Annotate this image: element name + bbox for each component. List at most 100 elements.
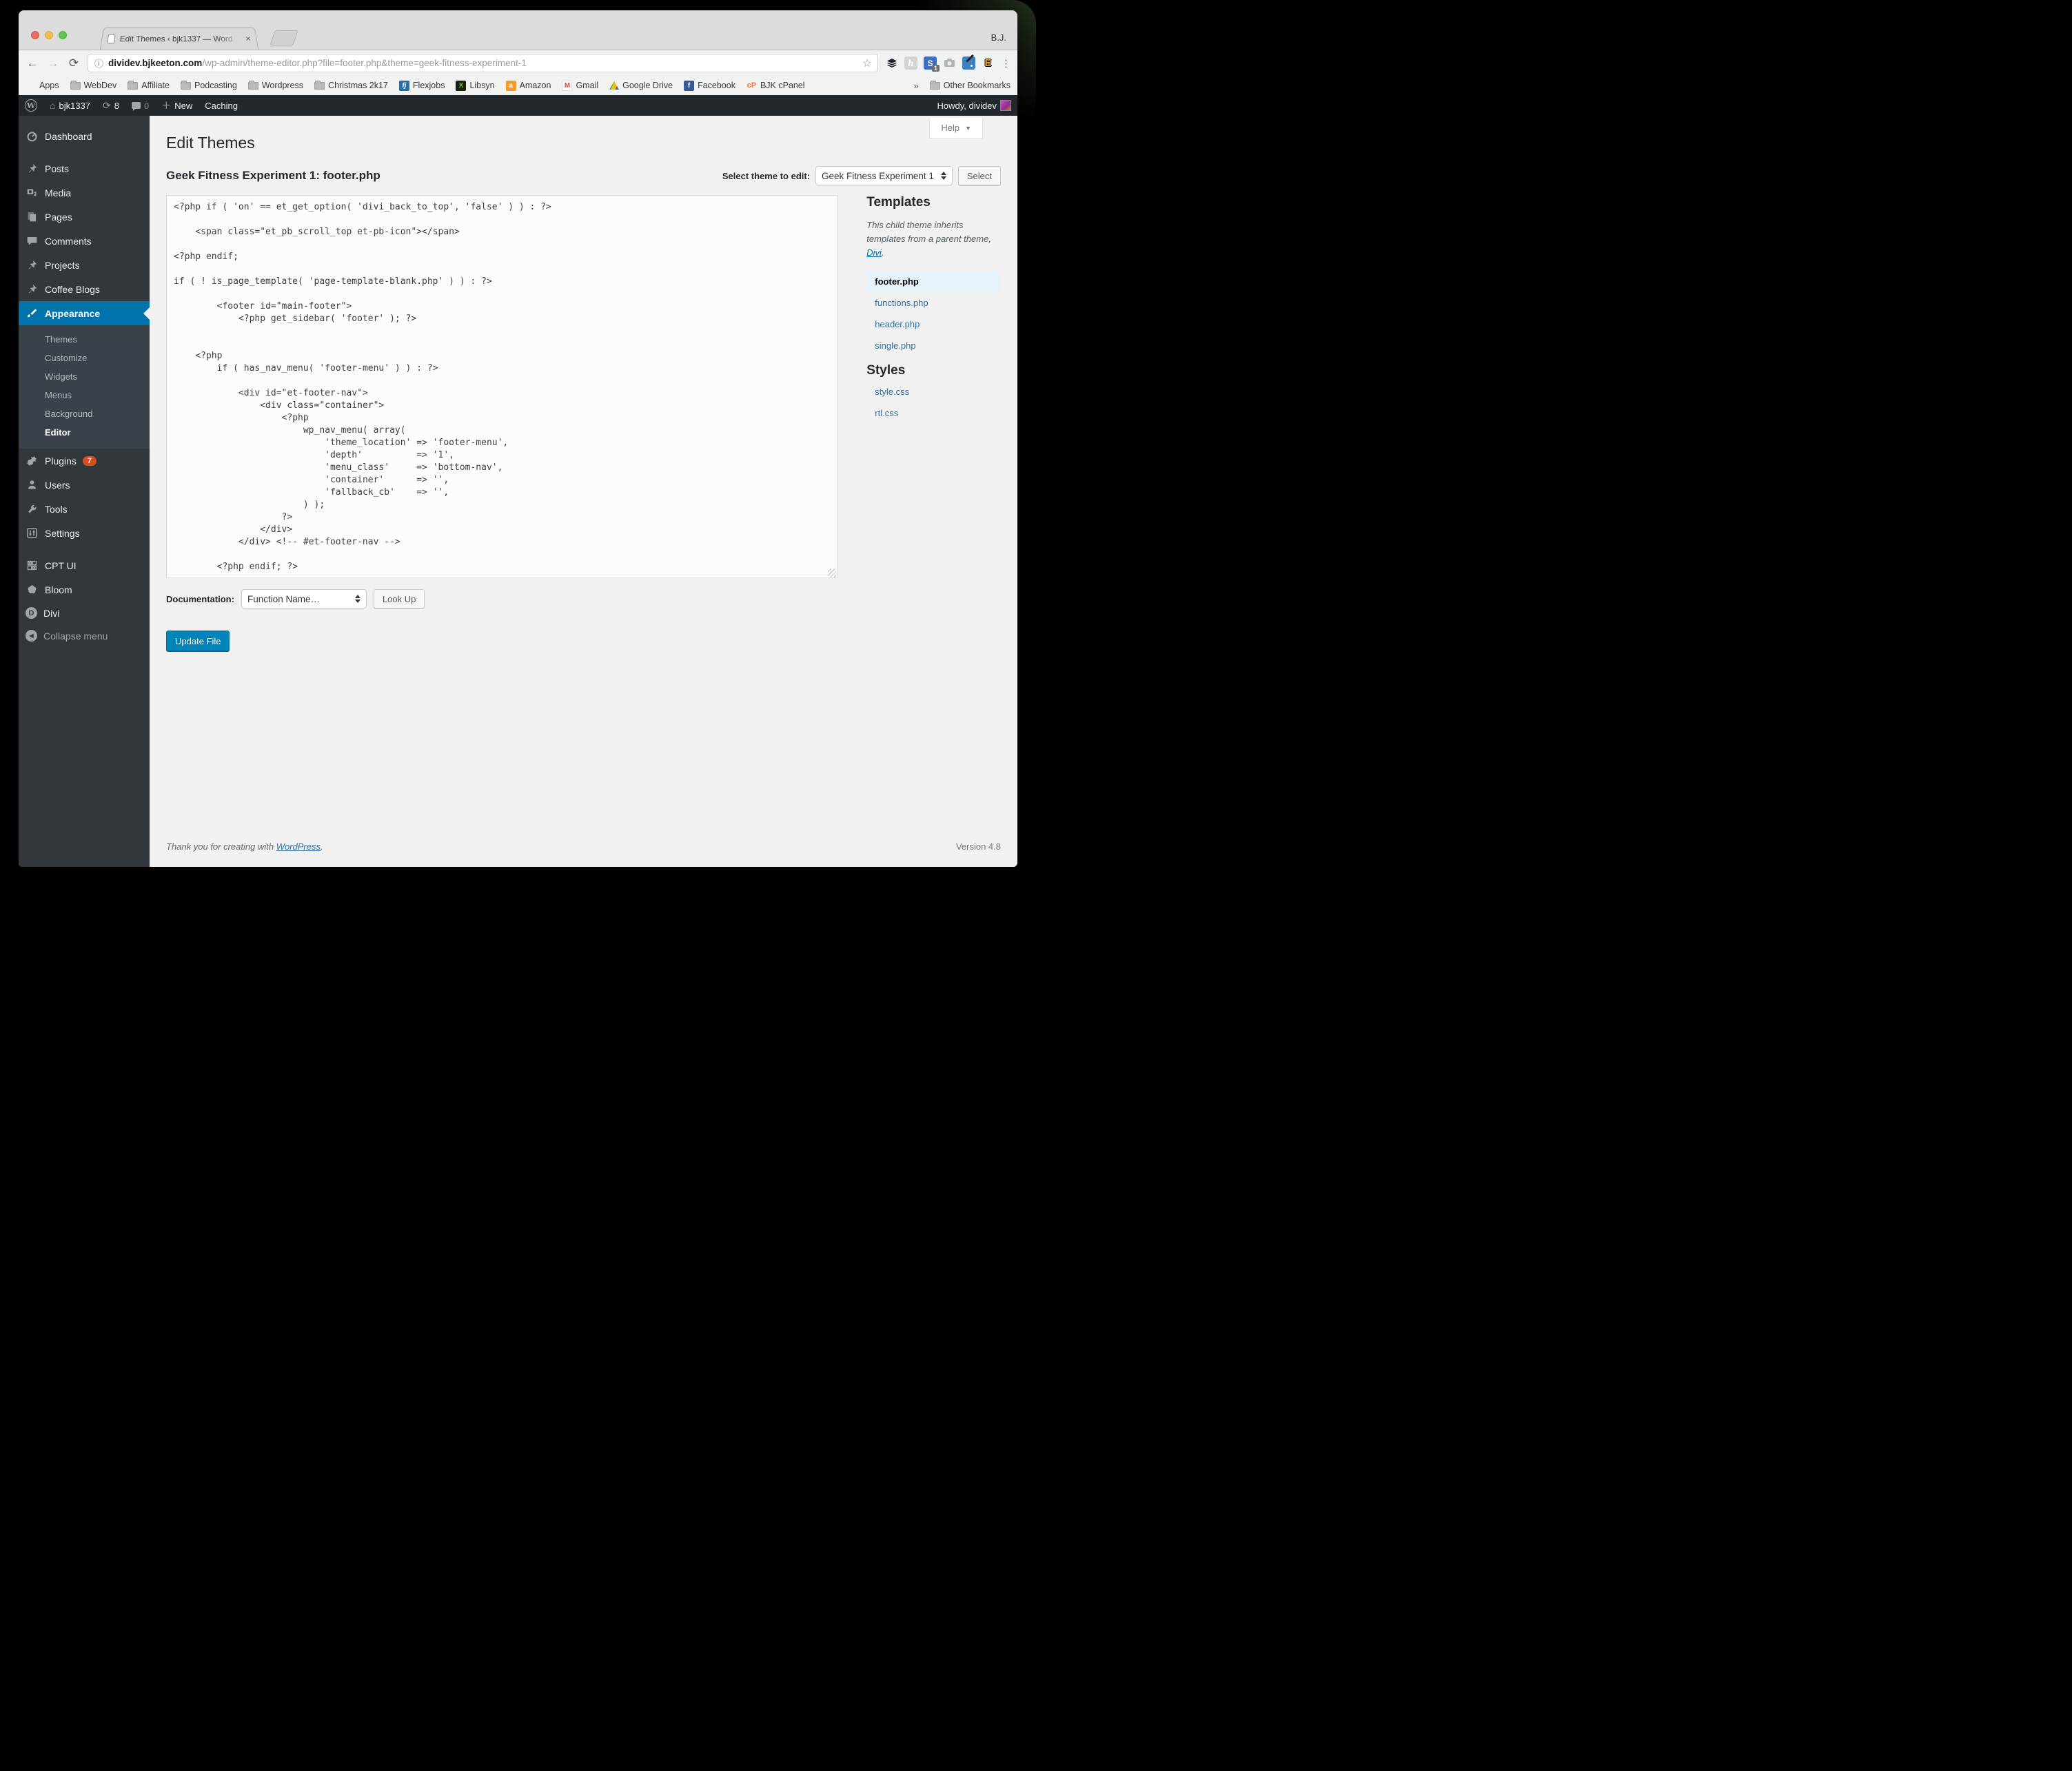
bookmark-star-icon[interactable]: ☆ bbox=[858, 55, 876, 71]
close-window-button[interactable] bbox=[31, 31, 39, 39]
update-file-button[interactable]: Update File bbox=[166, 631, 230, 651]
bookmark-libsyn[interactable]: XLibsyn bbox=[456, 81, 494, 91]
version-text: Version 4.8 bbox=[956, 841, 1001, 852]
help-button[interactable]: Help▼ bbox=[929, 118, 983, 139]
tab-close-icon[interactable]: × bbox=[245, 34, 251, 43]
site-name-menu[interactable]: ⌂bjk1337 bbox=[43, 95, 97, 116]
template-file-header[interactable]: header.php bbox=[866, 314, 1001, 335]
evernote-extension-icon[interactable]: E bbox=[982, 57, 995, 70]
zoom-window-button[interactable] bbox=[59, 31, 67, 39]
my-account-menu[interactable]: Howdy, dividev bbox=[931, 95, 1017, 116]
sidebar-item-pages[interactable]: Pages bbox=[19, 205, 150, 229]
parent-theme-link[interactable]: Divi bbox=[866, 247, 882, 258]
submenu-item-customize[interactable]: Customize bbox=[19, 349, 150, 367]
template-file-functions[interactable]: functions.php bbox=[866, 292, 1001, 314]
sidebar-item-appearance[interactable]: Appearance bbox=[19, 301, 150, 325]
browser-tab[interactable]: Edit Themes ‹ bjk1337 — Word × bbox=[100, 27, 258, 50]
buffer-extension-icon[interactable] bbox=[885, 57, 898, 70]
sidebar-item-cpt-ui[interactable]: CPT UI bbox=[19, 553, 150, 577]
url-text[interactable]: dividev.bjkeeton.com/wp-admin/theme-edit… bbox=[108, 58, 853, 68]
amazon-favicon: a bbox=[506, 81, 516, 91]
style-file-link[interactable]: rtl.css bbox=[875, 408, 898, 418]
bookmarks-overflow-chevron[interactable]: » bbox=[914, 81, 919, 91]
submenu-item-editor[interactable]: Editor bbox=[19, 423, 150, 442]
folder-icon bbox=[128, 82, 138, 90]
address-bar[interactable]: ⓘ dividev.bjkeeton.com/wp-admin/theme-ed… bbox=[88, 54, 878, 72]
folder-icon bbox=[70, 82, 81, 90]
bookmark-wordpress[interactable]: Wordpress bbox=[248, 81, 303, 90]
style-file-link[interactable]: style.css bbox=[875, 387, 909, 397]
bookmark-apps[interactable]: Apps bbox=[26, 81, 59, 91]
bookmark-bjk-cpanel[interactable]: cPBJK cPanel bbox=[746, 81, 805, 91]
documentation-label: Documentation: bbox=[166, 594, 234, 604]
minimize-window-button[interactable] bbox=[45, 31, 53, 39]
select-theme-button[interactable]: Select bbox=[958, 166, 1001, 185]
sidebar-item-dashboard[interactable]: Dashboard bbox=[19, 124, 150, 148]
bookmark-christmas[interactable]: Christmas 2k17 bbox=[314, 81, 388, 90]
updates-icon: ⟳ bbox=[103, 100, 111, 112]
sidebar-item-media[interactable]: Media bbox=[19, 181, 150, 205]
comments-menu[interactable]: 0 bbox=[125, 95, 155, 116]
bookmark-label: WebDev bbox=[84, 81, 117, 90]
back-icon[interactable]: ← bbox=[26, 57, 39, 70]
code-editor-textarea[interactable]: <?php if ( 'on' == et_get_option( 'divi_… bbox=[166, 195, 837, 578]
sidebar-item-tools[interactable]: Tools bbox=[19, 497, 150, 521]
resize-grip[interactable] bbox=[828, 569, 836, 577]
sidebar-item-comments[interactable]: Comments bbox=[19, 229, 150, 253]
new-content-menu[interactable]: ＋New bbox=[155, 95, 199, 116]
eyedropper-extension-icon[interactable] bbox=[962, 57, 975, 70]
reload-icon[interactable]: ⟳ bbox=[67, 57, 81, 70]
bookmark-google-drive[interactable]: Google Drive bbox=[609, 81, 673, 90]
submenu-item-background[interactable]: Background bbox=[19, 405, 150, 423]
chrome-menu-icon[interactable]: ⋮ bbox=[1001, 57, 1010, 70]
sidebar-item-plugins[interactable]: Plugins7 bbox=[19, 449, 150, 473]
bookmark-podcasting[interactable]: Podcasting bbox=[181, 81, 237, 90]
updates-menu[interactable]: ⟳8 bbox=[97, 95, 125, 116]
template-file-single[interactable]: single.php bbox=[866, 335, 1001, 356]
submenu-item-widgets[interactable]: Widgets bbox=[19, 367, 150, 386]
template-file-link[interactable]: single.php bbox=[875, 340, 915, 351]
sidebar-item-divi[interactable]: DDivi bbox=[19, 602, 150, 624]
forward-icon: → bbox=[46, 57, 60, 70]
bookmark-facebook[interactable]: fFacebook bbox=[684, 81, 735, 91]
page-favicon-icon bbox=[107, 34, 116, 43]
bookmark-gmail[interactable]: MGmail bbox=[562, 81, 598, 91]
wrench-icon bbox=[26, 502, 39, 515]
tab-strip: Edit Themes ‹ bjk1337 — Word × B.J. bbox=[19, 10, 1017, 50]
bookmark-affiliate[interactable]: Affiliate bbox=[128, 81, 170, 90]
folder-icon bbox=[314, 82, 325, 90]
documentation-select[interactable]: Function Name… bbox=[241, 589, 367, 608]
sidebar-item-users[interactable]: Users bbox=[19, 473, 150, 497]
sidebar-item-settings[interactable]: Settings bbox=[19, 521, 150, 545]
theme-select[interactable]: Geek Fitness Experiment 1 bbox=[815, 166, 953, 185]
template-file-link[interactable]: functions.php bbox=[875, 298, 928, 308]
wordpress-link[interactable]: WordPress bbox=[276, 841, 321, 852]
submenu-item-menus[interactable]: Menus bbox=[19, 386, 150, 405]
new-tab-button[interactable] bbox=[270, 30, 298, 45]
wp-logo-menu[interactable]: W bbox=[19, 95, 43, 116]
sidebar-item-coffee-blogs[interactable]: Coffee Blogs bbox=[19, 277, 150, 301]
screenshot-extension-icon[interactable] bbox=[943, 57, 956, 70]
stylish-extension-icon[interactable]: S1 bbox=[924, 57, 937, 70]
sidebar-collapse-menu[interactable]: ◀Collapse menu bbox=[19, 624, 150, 647]
bookmark-amazon[interactable]: aAmazon bbox=[506, 81, 551, 91]
folder-icon bbox=[930, 82, 940, 90]
bookmark-flexjobs[interactable]: fjFlexjobs bbox=[399, 81, 445, 91]
sidebar-item-posts[interactable]: Posts bbox=[19, 156, 150, 181]
honey-extension-icon[interactable]: h bbox=[904, 57, 917, 70]
look-up-button[interactable]: Look Up bbox=[374, 589, 425, 608]
style-file-style[interactable]: style.css bbox=[866, 381, 1001, 402]
template-file-link[interactable]: header.php bbox=[875, 319, 920, 329]
google-drive-favicon bbox=[609, 81, 619, 90]
other-bookmarks[interactable]: Other Bookmarks bbox=[930, 81, 1010, 90]
sidebar-item-label: Divi bbox=[43, 608, 59, 619]
sidebar-item-bloom[interactable]: Bloom bbox=[19, 577, 150, 602]
template-file-footer[interactable]: footer.php bbox=[866, 271, 1001, 292]
browser-profile-name[interactable]: B.J. bbox=[991, 32, 1006, 43]
caching-menu[interactable]: Caching bbox=[199, 95, 244, 116]
submenu-item-themes[interactable]: Themes bbox=[19, 330, 150, 349]
bookmark-webdev[interactable]: WebDev bbox=[70, 81, 117, 90]
sidebar-item-projects[interactable]: Projects bbox=[19, 253, 150, 277]
site-info-icon[interactable]: ⓘ bbox=[94, 57, 103, 70]
style-file-rtl[interactable]: rtl.css bbox=[866, 402, 1001, 424]
